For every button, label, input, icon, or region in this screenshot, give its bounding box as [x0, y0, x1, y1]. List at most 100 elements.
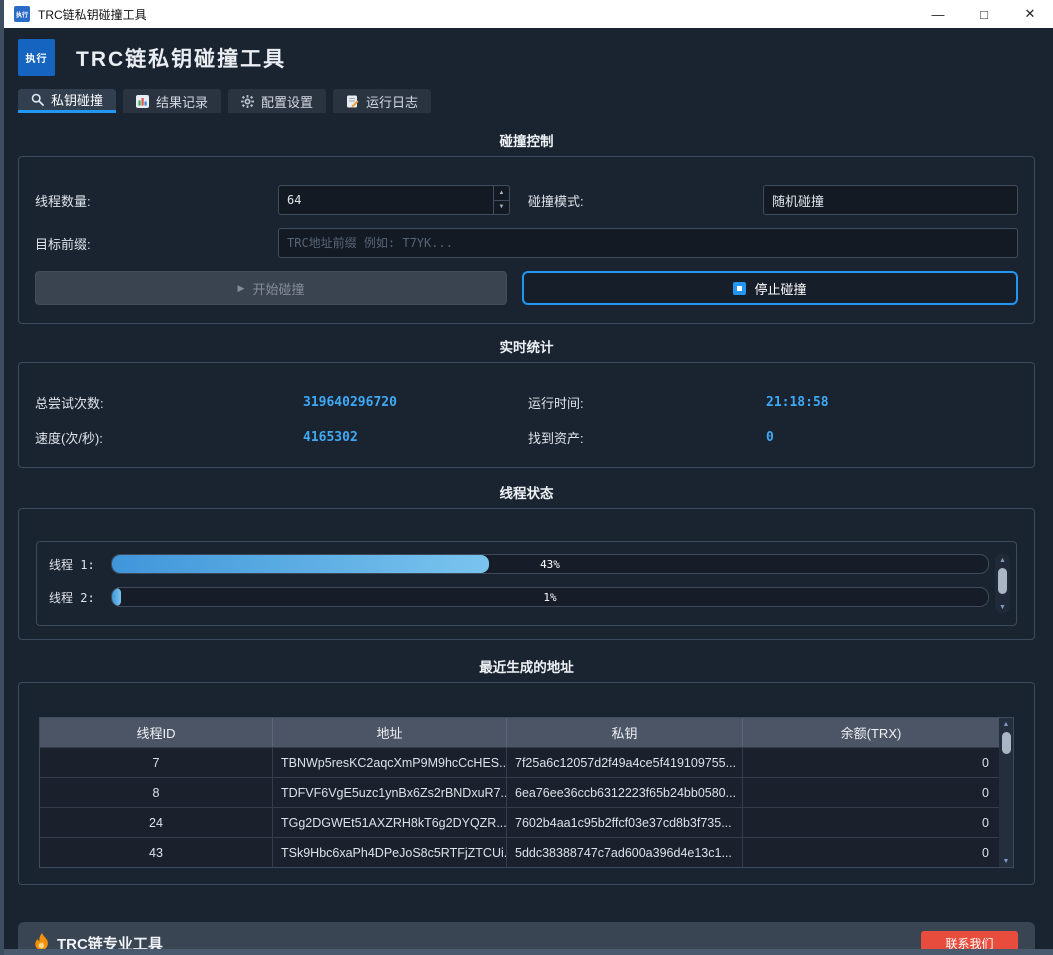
- thread-count-label: 线程数量:: [35, 191, 278, 210]
- stat-label: 总尝试次数:: [35, 393, 303, 412]
- memo-icon: [346, 95, 359, 108]
- threads-scrollbar[interactable]: ▲ ▼: [995, 554, 1010, 613]
- thread-progress-bar: 1%: [111, 587, 989, 607]
- table-scroll-down-icon[interactable]: ▼: [999, 855, 1013, 867]
- tab-私钥碰撞[interactable]: 私钥碰撞: [18, 89, 116, 113]
- close-button[interactable]: ✕: [1007, 0, 1053, 28]
- window-bottom-edge: [0, 949, 1053, 955]
- spinner-down-icon[interactable]: ▼: [494, 200, 509, 215]
- table-cell: 8: [40, 778, 273, 807]
- table-row[interactable]: 7TBNWp5resKC2aqcXmP9M9hcCcHES...7f25a6c1…: [40, 747, 999, 777]
- stat-value: 21:18:58: [766, 395, 1018, 410]
- thread-row: 线程 1:43%: [49, 554, 989, 574]
- column-header: 私钥: [507, 718, 743, 747]
- tab-label: 运行日志: [366, 92, 418, 111]
- thread-row: 线程 2:1%: [49, 587, 989, 607]
- window-title: TRC链私钥碰撞工具: [38, 6, 147, 23]
- thread-count-input[interactable]: [279, 186, 493, 214]
- window-left-edge: [0, 0, 4, 955]
- table-cell: 0: [743, 748, 999, 777]
- addresses-table: 线程ID地址私钥余额(TRX) 7TBNWp5resKC2aqcXmP9M9hc…: [40, 718, 999, 867]
- section-title-threads: 线程状态: [18, 482, 1035, 502]
- page-title: TRC链私钥碰撞工具: [76, 43, 286, 73]
- table-cell: 0: [743, 778, 999, 807]
- play-icon: ▶: [238, 283, 245, 294]
- start-collision-button[interactable]: ▶ 开始碰撞: [35, 271, 507, 305]
- tab-label: 配置设置: [261, 92, 313, 111]
- collision-control-group: 线程数量: ▲ ▼ 碰撞模式: 目标前缀:: [18, 156, 1035, 324]
- minimize-button[interactable]: —: [915, 0, 961, 28]
- table-cell: 0: [743, 808, 999, 837]
- table-cell: 24: [40, 808, 273, 837]
- stat-label: 运行时间:: [528, 393, 766, 412]
- search-icon: [31, 93, 44, 106]
- stat-value: 319640296720: [303, 395, 528, 410]
- stat-value: 0: [766, 430, 1018, 445]
- tab-label: 结果记录: [156, 92, 208, 111]
- tab-结果记录[interactable]: 结果记录: [123, 89, 221, 113]
- thread-progress-text: 1%: [112, 588, 988, 606]
- threads-panel: 线程 1:43%线程 2:1% ▲ ▼: [36, 541, 1017, 626]
- tab-bar: 私钥碰撞 结果记录 配置设置 运行日志: [18, 89, 1035, 113]
- table-cell: 5ddc38388747c7ad600a396d4e13c1...: [507, 838, 743, 867]
- stat-label: 找到资产:: [528, 428, 766, 447]
- table-cell: 43: [40, 838, 273, 867]
- tab-label: 私钥碰撞: [51, 90, 103, 109]
- addresses-group: 线程ID地址私钥余额(TRX) 7TBNWp5resKC2aqcXmP9M9hc…: [18, 682, 1035, 885]
- column-header: 线程ID: [40, 718, 273, 747]
- app-window: 执行 TRC链私钥碰撞工具 — □ ✕ 执行 TRC链私钥碰撞工具 私钥碰撞 结果…: [0, 0, 1053, 955]
- table-row[interactable]: 24TGg2DGWEt51AXZRH8kT6g2DYQZR...7602b4aa…: [40, 807, 999, 837]
- column-header: 地址: [273, 718, 507, 747]
- app-logo: 执行: [18, 39, 55, 76]
- window-controls: — □ ✕: [915, 0, 1053, 28]
- collision-mode-label: 碰撞模式:: [528, 191, 763, 210]
- target-prefix-label: 目标前缀:: [35, 234, 278, 253]
- tab-配置设置[interactable]: 配置设置: [228, 89, 326, 113]
- table-scroll-up-icon[interactable]: ▲: [999, 718, 1013, 730]
- table-scroll-track[interactable]: [999, 730, 1013, 855]
- table-scroll-thumb[interactable]: [1002, 732, 1011, 754]
- thread-progress-text: 43%: [112, 555, 988, 573]
- section-title-addresses: 最近生成的地址: [18, 656, 1035, 676]
- table-cell: 7602b4aa1c95b2ffcf03e37cd8b3f735...: [507, 808, 743, 837]
- scroll-up-icon[interactable]: ▲: [995, 554, 1010, 566]
- table-cell: TDFVF6VgE5uzc1ynBx6Zs2rBNDxuR7...: [273, 778, 507, 807]
- table-cell: TSk9Hbc6xaPh4DPeJoS8c5RTFjZTCUi...: [273, 838, 507, 867]
- gear-icon: [241, 95, 254, 108]
- maximize-button[interactable]: □: [961, 0, 1007, 28]
- scroll-down-icon[interactable]: ▼: [995, 601, 1010, 613]
- table-row[interactable]: 43TSk9Hbc6xaPh4DPeJoS8c5RTFjZTCUi...5ddc…: [40, 837, 999, 867]
- section-title-collision-control: 碰撞控制: [18, 130, 1035, 150]
- table-scrollbar[interactable]: ▲ ▼: [999, 718, 1013, 867]
- section-title-stats: 实时统计: [18, 336, 1035, 356]
- table-cell: 7: [40, 748, 273, 777]
- column-header: 余额(TRX): [743, 718, 999, 747]
- stats-group: 总尝试次数:319640296720运行时间:21:18:58 速度(次/秒):4…: [18, 362, 1035, 468]
- table-cell: 6ea76ee36ccb6312223f65b24bb0580...: [507, 778, 743, 807]
- table-cell: TBNWp5resKC2aqcXmP9M9hcCcHES...: [273, 748, 507, 777]
- thread-label: 线程 2:: [49, 589, 111, 606]
- app-icon: 执行: [14, 6, 30, 22]
- spinner-up-icon[interactable]: ▲: [494, 186, 509, 200]
- stop-icon: [733, 282, 746, 295]
- thread-label: 线程 1:: [49, 556, 111, 573]
- table-cell: TGg2DGWEt51AXZRH8kT6g2DYQZR...: [273, 808, 507, 837]
- table-row[interactable]: 8TDFVF6VgE5uzc1ynBx6Zs2rBNDxuR7...6ea76e…: [40, 777, 999, 807]
- table-cell: 7f25a6c12057d2f49a4ce5f419109755...: [507, 748, 743, 777]
- stop-collision-button[interactable]: 停止碰撞: [522, 271, 1018, 305]
- collision-mode-input[interactable]: [763, 185, 1018, 215]
- table-cell: 0: [743, 838, 999, 867]
- target-prefix-input[interactable]: [278, 228, 1018, 258]
- bar-chart-icon: [136, 95, 149, 108]
- app-header: 执行 TRC链私钥碰撞工具: [18, 39, 1035, 76]
- thread-count-spinner[interactable]: ▲ ▼: [278, 185, 510, 215]
- thread-status-group: 线程 1:43%线程 2:1% ▲ ▼: [18, 508, 1035, 640]
- tab-运行日志[interactable]: 运行日志: [333, 89, 431, 113]
- stat-value: 4165302: [303, 430, 528, 445]
- table-header-row: 线程ID地址私钥余额(TRX): [40, 718, 999, 747]
- threads-scroll-thumb[interactable]: [998, 568, 1007, 594]
- titlebar: 执行 TRC链私钥碰撞工具 — □ ✕: [0, 0, 1053, 28]
- thread-progress-bar: 43%: [111, 554, 989, 574]
- stat-label: 速度(次/秒):: [35, 428, 303, 447]
- threads-scroll-track[interactable]: [995, 566, 1010, 601]
